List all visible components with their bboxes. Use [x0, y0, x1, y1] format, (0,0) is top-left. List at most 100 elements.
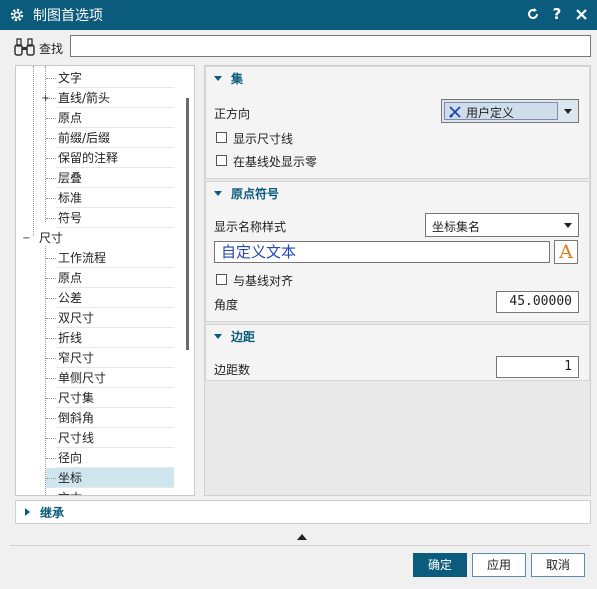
tree-guide-line: [33, 66, 34, 236]
tree-item[interactable]: 直线/箭头: [46, 88, 174, 108]
align-baseline-checkbox[interactable]: [216, 274, 227, 285]
tree-connector: [46, 398, 56, 399]
tree-item-label: 文字: [58, 71, 83, 85]
margin-count-label: 边距数: [214, 363, 251, 377]
collapse-triangle-icon: [214, 190, 222, 196]
tree-item[interactable]: 前缀/后缀: [46, 128, 174, 148]
tree-item-label: 倒斜角: [58, 411, 95, 425]
show-zero-checkbox[interactable]: [216, 155, 227, 166]
expand-plus-icon[interactable]: +: [41, 94, 50, 104]
tree-item[interactable]: 层叠: [46, 168, 174, 188]
help-icon[interactable]: ?: [549, 5, 565, 23]
title-bar: 制图首选项 ?: [0, 0, 597, 30]
angle-label: 角度: [214, 298, 239, 312]
tree-item[interactable]: 坐标: [46, 468, 174, 488]
tree-item-label: 工作流程: [58, 251, 107, 265]
find-input[interactable]: [70, 35, 591, 57]
tree-connector: [46, 438, 56, 439]
expand-triangle-icon: [25, 508, 30, 516]
tree-item-label: 坐标: [58, 471, 83, 485]
margin-group-header[interactable]: 边距: [206, 325, 589, 347]
tree-item-label: 公差: [58, 291, 83, 305]
divider: [10, 545, 590, 546]
tree-item[interactable]: 窄尺寸: [46, 348, 174, 368]
tree-item[interactable]: 单侧尺寸: [46, 368, 174, 388]
tree-item-label: 原点: [58, 271, 83, 285]
tree-item[interactable]: 尺寸集: [46, 388, 174, 408]
direction-select[interactable]: 用户定义: [441, 99, 579, 123]
tree-item[interactable]: 径向: [46, 448, 174, 468]
margin-group: 边距 边距数 1: [205, 324, 590, 381]
tree-item[interactable]: 符号: [46, 208, 174, 228]
direction-value: 用户定义: [466, 106, 515, 120]
name-style-select[interactable]: 坐标集名: [425, 213, 579, 237]
tree-connector: [46, 338, 56, 339]
tree-item-label: 文本: [58, 488, 82, 495]
font-style-button[interactable]: A: [554, 240, 578, 264]
tree-item[interactable]: 原点: [46, 268, 174, 288]
tree-item[interactable]: 工作流程: [46, 248, 174, 268]
close-icon[interactable]: [573, 5, 589, 23]
tree-item-label: 前缀/后缀: [58, 131, 111, 145]
tree-connector: [46, 118, 56, 119]
gear-icon: [10, 8, 24, 22]
cancel-button[interactable]: 取消: [531, 553, 585, 577]
tree-item-label: 层叠: [58, 171, 83, 185]
apply-button[interactable]: 应用: [472, 553, 526, 577]
tree-connector: [46, 278, 56, 279]
name-style-label: 显示名称样式: [214, 220, 287, 234]
origin-group-header[interactable]: 原点符号: [206, 182, 589, 204]
collapse-minus-icon[interactable]: −: [22, 234, 31, 244]
tree-connector: [46, 378, 56, 379]
tree-item[interactable]: 文字: [46, 68, 174, 88]
set-group-header[interactable]: 集: [206, 67, 589, 89]
set-group-title: 集: [231, 71, 244, 86]
margin-group-title: 边距: [231, 329, 256, 344]
tree-connector: [46, 138, 56, 139]
collapse-up-icon[interactable]: [297, 534, 307, 540]
find-label: 查找: [39, 42, 64, 56]
tree-item[interactable]: 标准: [46, 188, 174, 208]
margin-count-input[interactable]: 1: [496, 356, 579, 378]
binoculars-icon: [14, 38, 35, 56]
set-group: 集 正方向 用户定义 显示尺寸线 在基线处显示零: [205, 66, 590, 179]
tree-item-label: 直线/箭头: [58, 91, 111, 105]
custom-text-input[interactable]: 自定义文本: [214, 241, 550, 263]
user-defined-icon: [449, 106, 461, 118]
reset-icon[interactable]: [525, 5, 541, 23]
tree-item-label: 折线: [58, 331, 83, 345]
tree-connector: [46, 198, 56, 199]
tree-item-label: 标准: [58, 191, 83, 205]
tree-item[interactable]: 尺寸: [34, 228, 174, 248]
tree-item[interactable]: 倒斜角: [46, 408, 174, 428]
ok-button[interactable]: 确定: [413, 553, 467, 577]
tree-connector: [46, 218, 56, 219]
tree-connector: [46, 478, 56, 479]
show-dim-line-checkbox[interactable]: [216, 132, 227, 143]
tree-item[interactable]: 公差: [46, 288, 174, 308]
tree-scrollbar[interactable]: [186, 98, 189, 350]
chevron-down-icon: [564, 109, 572, 114]
tree-item[interactable]: 尺寸线: [46, 428, 174, 448]
tree-connector: [46, 178, 56, 179]
tree-item-label: 原点: [58, 111, 83, 125]
tree-item[interactable]: 折线: [46, 328, 174, 348]
direction-label: 正方向: [214, 107, 251, 121]
preferences-tree[interactable]: 文字 直线/箭头 + 原点 前缀/后缀 保留的注释 层叠 标准 符号 尺寸 − 工作流程 原点 公差 双尺寸…: [15, 65, 195, 496]
tree-item[interactable]: 原点: [46, 108, 174, 128]
show-zero-label: 在基线处显示零: [233, 155, 318, 169]
tree-connector: [46, 418, 56, 419]
inherit-group[interactable]: 继承: [15, 500, 591, 524]
tree-connector: [46, 258, 56, 259]
name-style-value: 坐标集名: [432, 220, 481, 234]
tree-item[interactable]: 双尺寸: [46, 308, 174, 328]
tree-connector: [46, 298, 56, 299]
tree-item-label: 尺寸: [39, 231, 64, 245]
angle-input[interactable]: 45.00000: [496, 291, 579, 313]
inherit-label: 继承: [40, 505, 65, 520]
tree-connector: [46, 358, 56, 359]
tree-connector: [46, 318, 56, 319]
origin-symbol-group: 原点符号 显示名称样式 坐标集名 自定义文本 A 与基线对齐 角度 45.000…: [205, 181, 590, 322]
tree-item[interactable]: 文本: [46, 488, 174, 495]
tree-item[interactable]: 保留的注释: [46, 148, 174, 168]
